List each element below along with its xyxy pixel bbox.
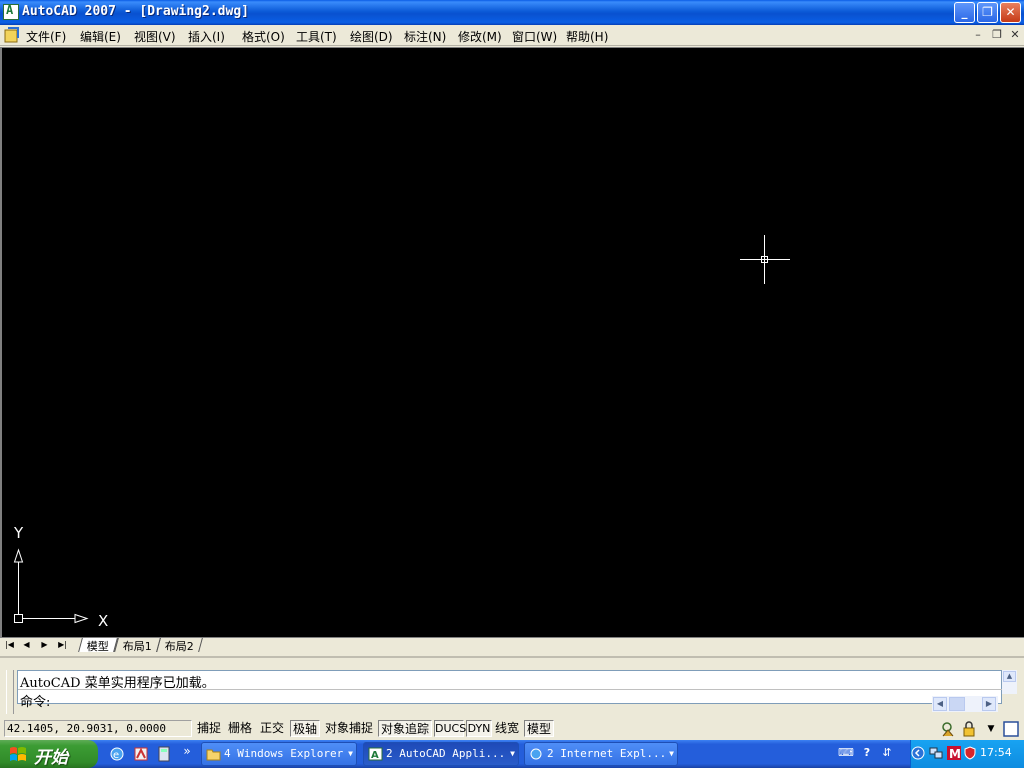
taskbar-clock[interactable]: 17:54 bbox=[980, 746, 1012, 759]
network-icon[interactable] bbox=[929, 746, 943, 760]
communication-center-icon[interactable] bbox=[940, 720, 958, 738]
task-dropdown-icon: ▼ bbox=[348, 749, 353, 758]
osnap-toggle[interactable]: 对象捕捉 bbox=[322, 720, 376, 737]
tab-layout2[interactable]: 布局2 bbox=[156, 638, 203, 653]
scroll-left-icon[interactable]: ◀ bbox=[933, 697, 947, 711]
folder-icon bbox=[206, 749, 221, 761]
crosshair-cursor bbox=[740, 235, 790, 284]
grid-toggle[interactable]: 栅格 bbox=[226, 720, 254, 737]
menu-file[interactable]: 文件(F) bbox=[26, 28, 66, 45]
quicklaunch-calc-icon[interactable] bbox=[155, 745, 173, 763]
snap-toggle[interactable]: 捕捉 bbox=[195, 720, 223, 737]
autocad-app-icon[interactable] bbox=[3, 3, 19, 20]
polar-toggle[interactable]: 极轴 bbox=[290, 720, 320, 737]
command-window: AutoCAD 菜单实用程序已加载。 命令: ▲ ◀ ▶ bbox=[0, 656, 1024, 714]
menu-dimension[interactable]: 标注(N) bbox=[404, 28, 446, 45]
menu-modify[interactable]: 修改(M) bbox=[458, 28, 502, 45]
tab-layout1[interactable]: 布局1 bbox=[114, 638, 161, 653]
window-title: AutoCAD 2007 - [Drawing2.dwg] bbox=[22, 4, 249, 19]
scroll-right-icon[interactable]: ▶ bbox=[982, 697, 996, 711]
lock-icon[interactable] bbox=[961, 720, 979, 738]
ucs-y-label: Y bbox=[13, 524, 24, 542]
menu-draw[interactable]: 绘图(D) bbox=[350, 28, 393, 45]
autocad-task-icon: A bbox=[368, 747, 383, 761]
menu-tools[interactable]: 工具(T) bbox=[296, 28, 337, 45]
task-internet-explorer[interactable]: 2 Internet Expl... ▼ bbox=[524, 742, 678, 766]
svg-text:e: e bbox=[113, 750, 119, 761]
ucs-icon bbox=[13, 548, 89, 624]
menu-help[interactable]: 帮助(H) bbox=[566, 28, 608, 45]
start-button[interactable]: 开始 bbox=[0, 740, 98, 768]
model-toggle[interactable]: 模型 bbox=[524, 720, 554, 737]
dyn-toggle[interactable]: DYN bbox=[466, 720, 492, 737]
menu-edit[interactable]: 编辑(E) bbox=[80, 28, 121, 45]
task-autocad[interactable]: A 2 AutoCAD Appli... ▼ bbox=[363, 742, 519, 766]
help-icon[interactable]: ? bbox=[860, 746, 874, 760]
svg-text:A: A bbox=[371, 750, 379, 761]
command-horizontal-scrollbar[interactable]: ◀ ▶ bbox=[932, 696, 998, 712]
doc-close-button[interactable]: ✕ bbox=[1008, 28, 1022, 42]
restore-button[interactable]: ❐ bbox=[977, 2, 998, 23]
command-text-area[interactable]: AutoCAD 菜单实用程序已加载。 命令: bbox=[17, 670, 1003, 710]
canvas-svg: X Y bbox=[13, 235, 790, 630]
first-tab-button[interactable]: |◀ bbox=[3, 639, 16, 651]
quicklaunch-chevron[interactable]: » bbox=[178, 742, 196, 760]
doc-restore-button[interactable]: ❐ bbox=[990, 28, 1004, 42]
document-icon[interactable] bbox=[4, 27, 20, 43]
command-prompt-label: 命令: bbox=[20, 695, 51, 710]
lineweight-toggle[interactable]: 线宽 bbox=[493, 720, 521, 737]
task-label: 4 Windows Explorer bbox=[224, 747, 344, 760]
security-shield-icon[interactable] bbox=[963, 746, 977, 760]
menu-bar: 文件(F) 编辑(E) 视图(V) 插入(I) 格式(O) 工具(T) 绘图(D… bbox=[0, 25, 1024, 46]
last-tab-button[interactable]: ▶| bbox=[56, 639, 69, 651]
doc-minimize-button[interactable]: – bbox=[971, 28, 985, 42]
ducs-toggle[interactable]: DUCS bbox=[434, 720, 466, 737]
menu-view[interactable]: 视图(V) bbox=[134, 28, 176, 45]
task-label: 2 AutoCAD Appli... bbox=[386, 747, 506, 760]
tray-expand-icon[interactable] bbox=[911, 746, 925, 760]
scroll-up-icon[interactable]: ▲ bbox=[1003, 671, 1016, 682]
mcafee-icon[interactable]: M bbox=[947, 746, 961, 760]
scroll-thumb[interactable] bbox=[949, 697, 965, 711]
quicklaunch-app-icon[interactable] bbox=[132, 745, 150, 763]
menu-window[interactable]: 窗口(W) bbox=[512, 28, 557, 45]
keyboard-icon[interactable]: ⌨ bbox=[838, 746, 854, 760]
minimize-button[interactable]: _ bbox=[954, 2, 975, 23]
otrack-toggle[interactable]: 对象追踪 bbox=[378, 720, 432, 737]
svg-text:M: M bbox=[949, 747, 961, 760]
task-dropdown-icon: ▼ bbox=[510, 749, 515, 758]
command-prompt[interactable]: 命令: bbox=[18, 689, 1003, 710]
autocad-window: AutoCAD 2007 - [Drawing2.dwg] _ ❐ ✕ 文件(F… bbox=[0, 0, 1024, 740]
ie-icon bbox=[530, 748, 542, 760]
start-label: 开始 bbox=[34, 748, 68, 768]
command-window-grip[interactable] bbox=[6, 670, 14, 714]
command-vertical-scrollbar[interactable]: ▲ bbox=[1002, 670, 1017, 694]
language-bar-icon[interactable]: ⇵ bbox=[880, 746, 894, 760]
ucs-x-label: X bbox=[98, 612, 108, 630]
windows-logo-icon bbox=[10, 747, 26, 761]
task-windows-explorer[interactable]: 4 Windows Explorer ▼ bbox=[201, 742, 357, 766]
next-tab-button[interactable]: ▶ bbox=[38, 639, 51, 651]
menu-insert[interactable]: 插入(I) bbox=[188, 28, 225, 45]
status-bar: 42.1405, 20.9031, 0.0000 捕捉 栅格 正交 极轴 对象捕… bbox=[0, 718, 1024, 740]
layout-tabs-bar: |◀ ◀ ▶ ▶| 模型 布局1 布局2 bbox=[0, 637, 1024, 653]
tab-model[interactable]: 模型 bbox=[78, 638, 118, 653]
statusbar-menu-dropdown-icon[interactable]: ▼ bbox=[982, 720, 1000, 738]
title-bar[interactable]: AutoCAD 2007 - [Drawing2.dwg] _ ❐ ✕ bbox=[0, 0, 1024, 25]
drawing-canvas[interactable]: X Y bbox=[0, 47, 1024, 637]
close-button[interactable]: ✕ bbox=[1000, 2, 1021, 23]
task-dropdown-icon: ▼ bbox=[669, 749, 674, 758]
clean-screen-icon[interactable] bbox=[1002, 720, 1020, 738]
ortho-toggle[interactable]: 正交 bbox=[258, 720, 286, 737]
coordinate-display[interactable]: 42.1405, 20.9031, 0.0000 bbox=[4, 720, 192, 737]
menu-format[interactable]: 格式(O) bbox=[242, 28, 285, 45]
prev-tab-button[interactable]: ◀ bbox=[20, 639, 33, 651]
quicklaunch-ie-icon[interactable]: e bbox=[108, 745, 126, 763]
task-label: 2 Internet Expl... bbox=[547, 747, 667, 760]
taskbar: 开始 e » 4 Windows Explorer ▼ A 2 AutoCAD … bbox=[0, 740, 1024, 768]
